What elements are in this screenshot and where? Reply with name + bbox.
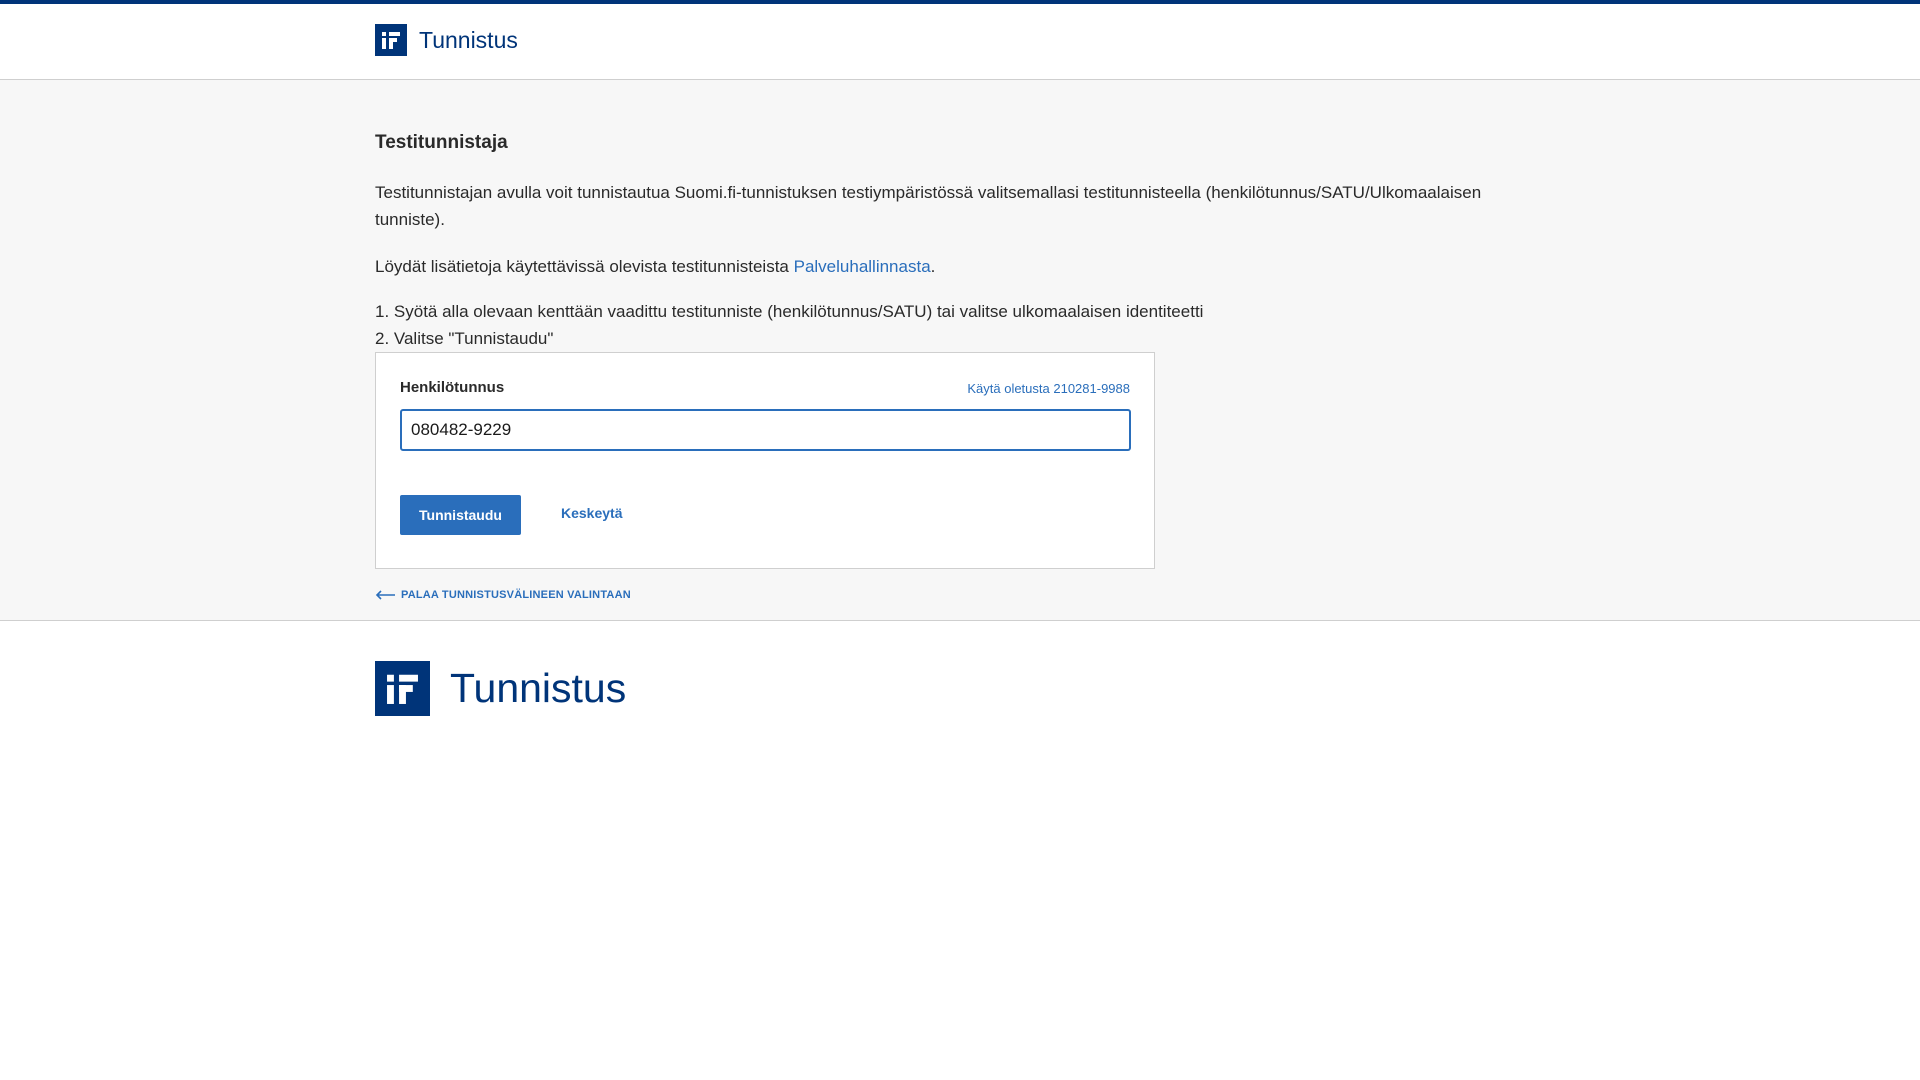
back-link-label: PALAA TUNNISTUSVÄLINEEN VALINTAAN [401, 589, 631, 601]
back-to-method-selection-link[interactable]: PALAA TUNNISTUSVÄLINEEN VALINTAAN [375, 589, 631, 601]
header-logo-text: Tunnistus [419, 26, 518, 53]
info-prefix: Löydät lisätietoja käytettävissä olevist… [375, 257, 794, 276]
tunnistus-logo-icon [375, 661, 430, 716]
instruction-step-2: 2. Valitse "Tunnistaudu" [375, 329, 554, 348]
instructions-list: 1. Syötä alla olevaan kenttään vaadittu … [375, 298, 1203, 352]
palveluhallinta-link[interactable]: Palveluhallinnasta [794, 257, 931, 276]
use-default-link[interactable]: Käytä oletusta 210281-9988 [967, 381, 1130, 396]
instruction-step-1: 1. Syötä alla olevaan kenttään vaadittu … [375, 302, 1204, 321]
cancel-link[interactable]: Keskeytä [561, 505, 623, 521]
intro-text: Testitunnistajan avulla voit tunnistautu… [375, 183, 1482, 229]
header-logo[interactable]: Tunnistus [375, 24, 518, 56]
info-text: Löydät lisätietoja käytettävissä olevist… [375, 253, 935, 280]
tunnistaudu-button[interactable]: Tunnistaudu [400, 495, 521, 535]
site-header: Tunnistus [0, 4, 1920, 80]
arrow-left-icon [375, 590, 395, 600]
info-suffix: . [930, 257, 936, 276]
footer-logo-text: Tunnistus [450, 665, 627, 711]
page-title: Testitunnistaja [375, 132, 508, 153]
site-footer: Tunnistus [0, 621, 1920, 1080]
identification-form: Henkilötunnus Käytä oletusta 210281-9988… [375, 352, 1155, 569]
henkilotunnus-input[interactable] [400, 409, 1131, 451]
henkilotunnus-label: Henkilötunnus [400, 379, 505, 396]
main-content: Testitunnistaja Testitunnistajan avulla … [0, 80, 1920, 621]
tunnistus-logo-icon [375, 24, 407, 56]
footer-logo[interactable]: Tunnistus [375, 661, 626, 716]
